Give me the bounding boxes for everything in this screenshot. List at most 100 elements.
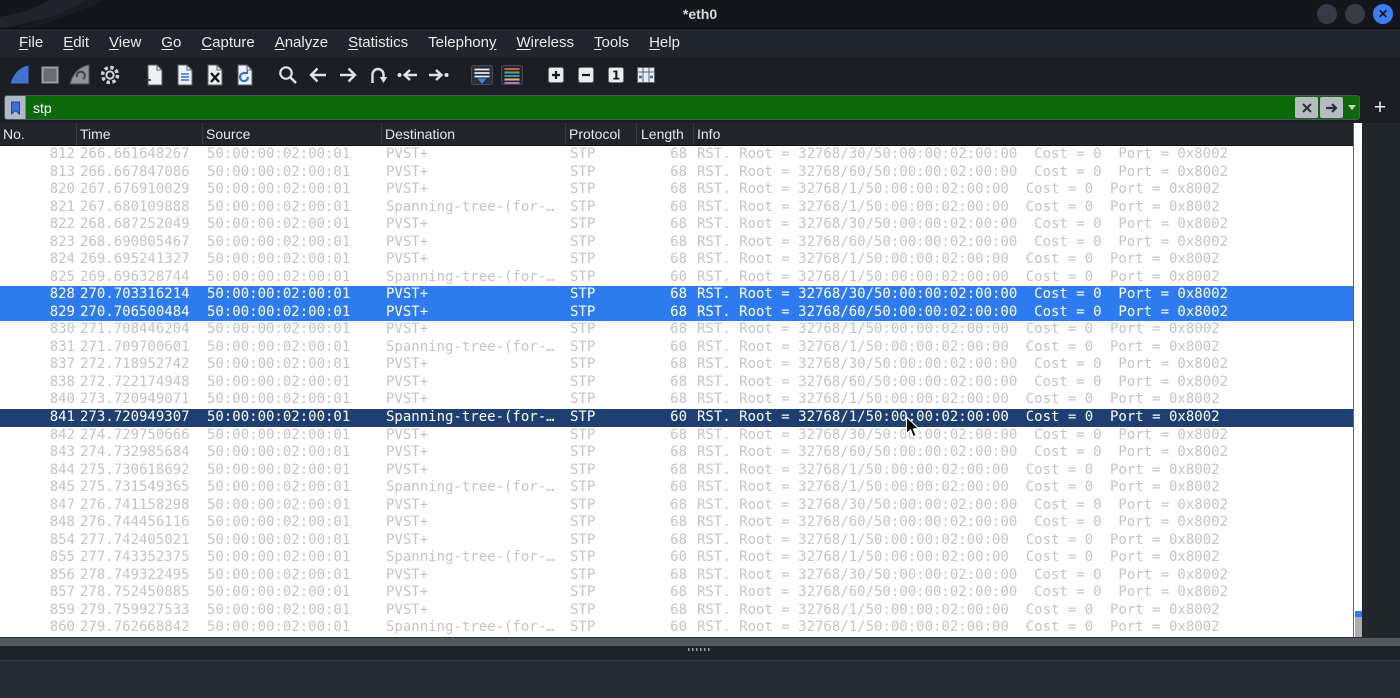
packet-row-823[interactable]: 823 268.690805467 50:00:00:02:00:01 PVST+ ST… [0, 234, 1353, 252]
column-header-protocol[interactable]: Protocol [566, 123, 637, 145]
filter-dropdown-button[interactable] [1344, 96, 1359, 119]
packet-row-813[interactable]: 813 266.667847086 50:00:00:02:00:01 PVST+ ST… [0, 164, 1353, 182]
menu-item-edit[interactable]: Edit [53, 29, 99, 58]
cell-info: RST. Root = 32768/60/50:00:00:02:00:00 C… [697, 373, 1229, 390]
packet-row-859[interactable]: 859 279.759927533 50:00:00:02:00:01 PVST+ ST… [0, 602, 1353, 620]
packet-row-845[interactable]: 845 275.731549365 50:00:00:02:00:01 Spannin… [0, 479, 1353, 497]
packet-row-842[interactable]: 842 274.729750666 50:00:00:02:00:01 PVST+ ST… [0, 427, 1353, 445]
cell-source: 50:00:00:02:00:01 [207, 619, 351, 636]
menu-item-telephony[interactable]: Telephony [418, 29, 506, 58]
pane-splitter[interactable] [0, 637, 1400, 646]
cell-time: 269.696328744 [80, 268, 190, 285]
cell-no: 838 [49, 373, 75, 390]
packet-row-821[interactable]: 821 267.680109888 50:00:00:02:00:01 Spannin… [0, 199, 1353, 217]
packet-row-830[interactable]: 830 271.708446204 50:00:00:02:00:01 PVST+ ST… [0, 321, 1353, 339]
capture-restart-button[interactable] [65, 60, 95, 90]
packet-row-856[interactable]: 856 278.749322495 50:00:00:02:00:01 PVST+ ST… [0, 567, 1353, 585]
zoom-out-button[interactable] [571, 60, 601, 90]
menu-item-capture[interactable]: Capture [191, 29, 264, 58]
cell-info: RST. Root = 32768/30/50:00:00:02:00:00 C… [697, 216, 1229, 233]
packet-row-841[interactable]: 841 273.720949307 50:00:00:02:00:01 Spannin… [0, 408, 1353, 427]
find-packet-button[interactable] [273, 60, 303, 90]
column-header-info[interactable]: Info [694, 123, 1353, 145]
apply-filter-button[interactable] [1320, 97, 1343, 118]
column-header-destination[interactable]: Destination [382, 123, 566, 145]
column-header-source[interactable]: Source [203, 123, 382, 145]
add-filter-button[interactable]: + [1366, 94, 1394, 122]
packet-row-825[interactable]: 825 269.696328744 50:00:00:02:00:01 Spannin… [0, 269, 1353, 287]
packet-row-824[interactable]: 824 269.695241327 50:00:00:02:00:01 PVST+ ST… [0, 251, 1353, 269]
minimize-button[interactable] [1317, 4, 1337, 24]
scrollbar-thumb[interactable] [1355, 617, 1362, 637]
display-filter-input[interactable] [26, 96, 1294, 119]
column-header-time[interactable]: Time [77, 123, 203, 145]
filter-bookmark-button[interactable] [5, 96, 26, 119]
go-first-button[interactable] [393, 60, 423, 90]
colorize-icon [501, 64, 523, 85]
packet-row-820[interactable]: 820 267.676910029 50:00:00:02:00:01 PVST+ ST… [0, 181, 1353, 199]
cell-info: RST. Root = 32768/1/50:00:00:02:00:00 Co… [697, 619, 1220, 636]
menu-item-analyze[interactable]: Analyze [265, 29, 338, 58]
cell-time: 272.722174948 [80, 373, 190, 390]
capture-start-button[interactable] [5, 60, 35, 90]
menu-item-wireless[interactable]: Wireless [507, 29, 585, 58]
packet-row-812[interactable]: 812 266.661648267 50:00:00:02:00:01 PVST+ ST… [0, 146, 1353, 164]
packet-row-831[interactable]: 831 271.709700601 50:00:00:02:00:01 Spannin… [0, 339, 1353, 357]
go-last-button[interactable] [423, 60, 453, 90]
packet-row-854[interactable]: 854 277.742405021 50:00:00:02:00:01 PVST+ ST… [0, 532, 1353, 550]
cell-info: RST. Root = 32768/60/50:00:00:02:00:00 C… [697, 444, 1229, 461]
cell-time: 267.680109888 [80, 198, 190, 215]
menu-item-file[interactable]: File [9, 29, 53, 58]
menu-item-go[interactable]: Go [151, 29, 191, 58]
splitter-drag-handle-icon[interactable] [688, 648, 711, 651]
packet-row-848[interactable]: 848 276.744456116 50:00:00:02:00:01 PVST+ ST… [0, 514, 1353, 532]
file-open-button[interactable] [139, 60, 169, 90]
cell-length: 68 [670, 461, 687, 478]
packet-row-837[interactable]: 837 272.718952742 50:00:00:02:00:01 PVST+ ST… [0, 356, 1353, 374]
auto-scroll-button[interactable] [467, 60, 497, 90]
cell-destination: PVST+ [386, 356, 429, 373]
packet-row-829[interactable]: 829 270.706500484 50:00:00:02:00:01 PVST+ ST… [0, 303, 1353, 322]
cell-destination: Spanning-tree-(for-… [386, 338, 555, 355]
menu-item-help[interactable]: Help [639, 29, 690, 58]
zoom-in-button[interactable] [541, 60, 571, 90]
cell-info: RST. Root = 32768/1/50:00:00:02:00:00 Co… [697, 391, 1220, 408]
display-filter-field[interactable] [4, 95, 1360, 120]
column-header-no[interactable]: No. [0, 123, 77, 145]
capture-options-button[interactable] [95, 60, 125, 90]
resize-columns-button[interactable] [631, 60, 661, 90]
packet-row-860[interactable]: 860 279.762668842 50:00:00:02:00:01 Spannin… [0, 619, 1353, 637]
zoom-100-button[interactable]: 1 [601, 60, 631, 90]
go-to-packet-button[interactable] [363, 60, 393, 90]
file-save-button[interactable] [169, 60, 199, 90]
menu-item-view[interactable]: View [99, 29, 151, 58]
menu-item-statistics[interactable]: Statistics [338, 29, 418, 58]
maximize-button[interactable] [1345, 4, 1365, 24]
packet-row-855[interactable]: 855 277.743352375 50:00:00:02:00:01 Spannin… [0, 549, 1353, 567]
file-reload-button[interactable] [229, 60, 259, 90]
cell-destination: PVST+ [386, 601, 429, 618]
clear-filter-button[interactable] [1295, 97, 1318, 118]
cell-info: RST. Root = 32768/1/50:00:00:02:00:00 Co… [697, 479, 1220, 496]
packet-row-844[interactable]: 844 275.730618692 50:00:00:02:00:01 PVST+ ST… [0, 462, 1353, 480]
capture-stop-button[interactable] [35, 60, 65, 90]
title-bar: *eth0 ✕ [0, 0, 1400, 28]
packet-row-838[interactable]: 838 272.722174948 50:00:00:02:00:01 PVST+ ST… [0, 374, 1353, 392]
packet-row-843[interactable]: 843 274.732985684 50:00:00:02:00:01 PVST+ ST… [0, 444, 1353, 462]
menu-item-tools[interactable]: Tools [584, 29, 639, 58]
packet-row-857[interactable]: 857 278.752450885 50:00:00:02:00:01 PVST+ ST… [0, 584, 1353, 602]
packet-row-822[interactable]: 822 268.687252049 50:00:00:02:00:01 PVST+ ST… [0, 216, 1353, 234]
zoom-in-icon [548, 66, 564, 83]
vertical-scrollbar[interactable] [1353, 123, 1362, 637]
cell-length: 68 [670, 356, 687, 373]
go-forward-button[interactable] [333, 60, 363, 90]
file-close-button[interactable] [199, 60, 229, 90]
cell-source: 50:00:00:02:00:01 [207, 338, 351, 355]
go-back-button[interactable] [303, 60, 333, 90]
packet-row-828[interactable]: 828 270.703316214 50:00:00:02:00:01 PVST+ ST… [0, 286, 1353, 304]
close-button[interactable]: ✕ [1373, 4, 1393, 24]
packet-row-840[interactable]: 840 273.720949071 50:00:00:02:00:01 PVST+ ST… [0, 391, 1353, 409]
column-header-length[interactable]: Length [637, 123, 694, 145]
packet-row-847[interactable]: 847 276.741158298 50:00:00:02:00:01 PVST+ ST… [0, 497, 1353, 515]
colorize-button[interactable] [497, 60, 527, 90]
